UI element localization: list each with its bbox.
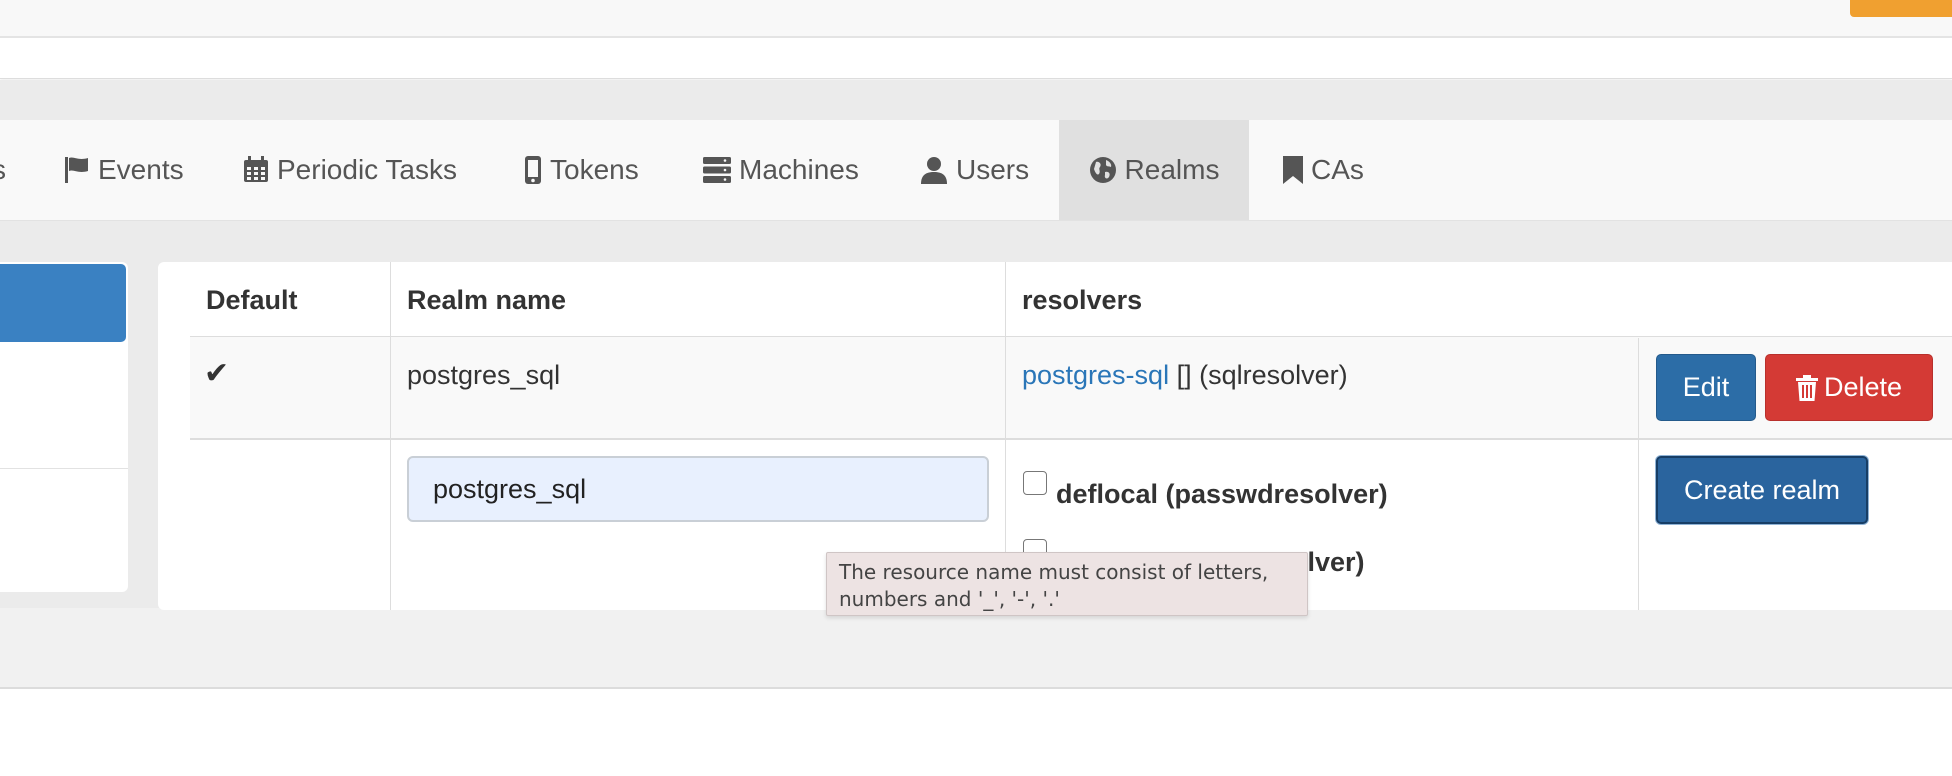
delete-button[interactable]: Delete	[1765, 354, 1933, 421]
trash-icon	[1795, 374, 1818, 401]
realm-name-input[interactable]	[407, 456, 989, 522]
tab-events-label: Events	[98, 154, 184, 185]
tab-machines-label: Machines	[739, 154, 859, 185]
header-default: Default	[206, 285, 298, 315]
top-header	[0, 0, 1952, 38]
tab-users-label: Users	[956, 154, 1030, 185]
sidebar-panel	[0, 262, 128, 592]
resolver-type: [] (sqlresolver)	[1169, 360, 1348, 390]
header-realm-name: Realm name	[407, 285, 567, 315]
sidebar-divider	[0, 468, 128, 469]
column-divider	[1638, 338, 1639, 610]
sub-header	[0, 38, 1952, 79]
tab-realms[interactable]: Realms	[1059, 120, 1249, 220]
footer-divider	[0, 687, 1952, 689]
tab-periodic-tasks[interactable]: Periodic Tasks	[243, 120, 457, 220]
tab-realms-label: Realms	[1124, 154, 1220, 185]
create-realm-button[interactable]: Create realm	[1656, 456, 1868, 524]
tab-tokens-label: Tokens	[550, 154, 639, 185]
realm-name-cell: postgres_sql	[407, 360, 561, 390]
calendar-icon	[244, 156, 268, 182]
resolver-link[interactable]: postgres-sql	[1022, 360, 1169, 390]
tab-cas[interactable]: CAs	[1283, 120, 1364, 220]
header-resolvers: resolvers	[1022, 285, 1143, 315]
column-divider	[390, 262, 391, 610]
row-divider	[190, 438, 1952, 440]
delete-button-label: Delete	[1823, 372, 1903, 402]
default-check-icon: ✔	[204, 357, 230, 390]
tab-partial-previous[interactable]: s	[0, 120, 12, 220]
tab-cas-label: CAs	[1311, 154, 1364, 185]
flag-icon	[65, 157, 88, 183]
content-footer-band	[0, 608, 1952, 688]
tab-users[interactable]: Users	[920, 120, 1029, 220]
sidebar-item-active[interactable]	[0, 264, 126, 342]
edit-button[interactable]: Edit	[1656, 354, 1756, 421]
resolver-checkbox-deflocal[interactable]	[1023, 471, 1047, 495]
tab-events[interactable]: Events	[64, 120, 184, 220]
resolver-option-deflocal: deflocal (passwdresolver)	[1056, 479, 1388, 509]
resolver-cell: postgres-sql [] (sqlresolver)	[1022, 360, 1348, 391]
user-icon	[921, 157, 947, 184]
mobile-icon	[525, 156, 541, 184]
server-icon	[703, 157, 731, 183]
tab-machines[interactable]: Machines	[703, 120, 859, 220]
header-action-button[interactable]	[1850, 0, 1952, 17]
globe-icon	[1089, 157, 1116, 183]
config-nav-bar: s Events Periodic Tasks Tokens	[0, 120, 1952, 221]
tab-periodic-tasks-label: Periodic Tasks	[277, 154, 458, 185]
validation-tooltip: The resource name must consist of letter…	[826, 552, 1308, 616]
tab-tokens[interactable]: Tokens	[524, 120, 639, 220]
bookmark-icon	[1283, 156, 1303, 184]
